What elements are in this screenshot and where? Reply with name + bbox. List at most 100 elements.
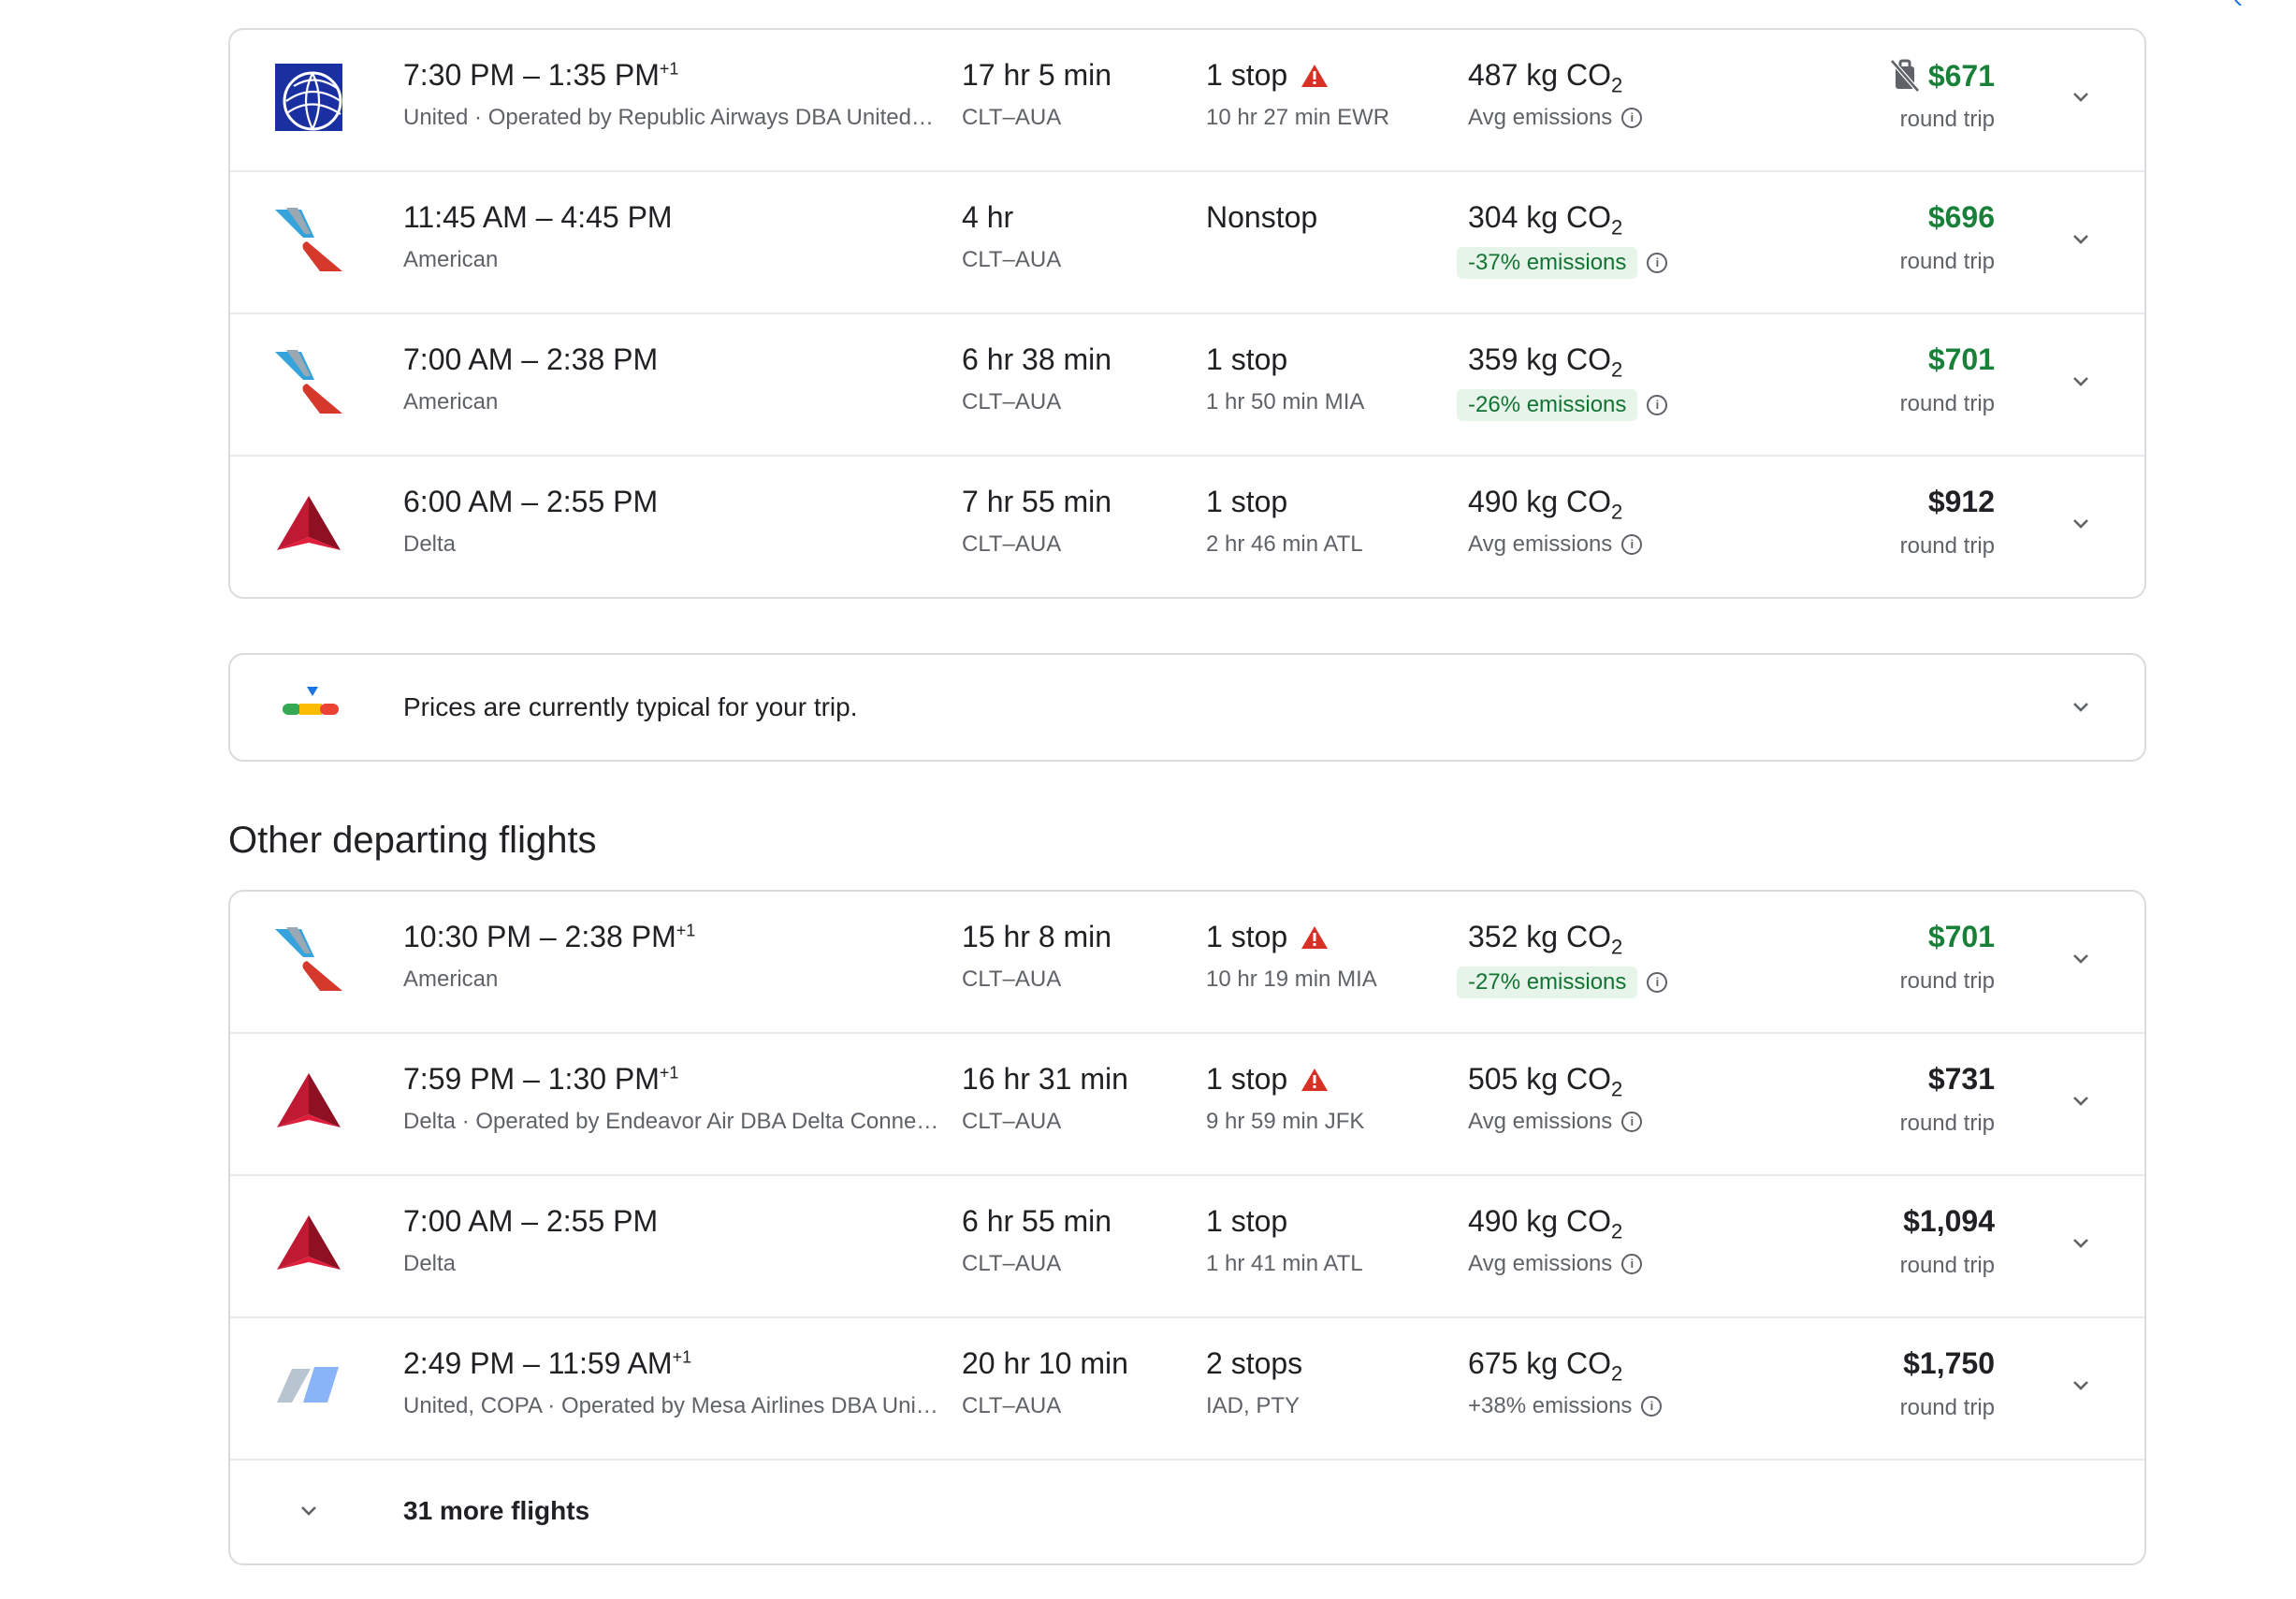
- price: $701: [1928, 342, 1995, 377]
- stops-info: 2 stops: [1206, 1346, 1302, 1381]
- price: $671: [1889, 58, 1995, 94]
- info-icon[interactable]: i: [1647, 253, 1668, 273]
- stops-count: 1 stop: [1206, 342, 1288, 376]
- expand-chevron-icon[interactable]: [2070, 1374, 2092, 1397]
- co2-value: 304 kg CO: [1468, 200, 1611, 234]
- layover-info: 10 hr 19 min MIA: [1206, 967, 1377, 992]
- flight-row[interactable]: 10:30 PM – 2:38 PM+1 American 15 hr 8 min C…: [230, 892, 2144, 1034]
- departure-arrival-times: 10:30 PM – 2:38 PM: [403, 920, 676, 953]
- day-offset: +1: [672, 1347, 692, 1367]
- day-offset: +1: [659, 1063, 679, 1083]
- flight-row[interactable]: 6:00 AM – 2:55 PM Delta 7 hr 55 min CLT–AUA…: [230, 457, 2144, 597]
- co2-value: 487 kg CO: [1468, 58, 1611, 92]
- other-flights-list: 10:30 PM – 2:38 PM+1 American 15 hr 8 min C…: [228, 890, 2146, 1565]
- info-icon[interactable]: i: [1647, 395, 1668, 415]
- price: $731: [1928, 1062, 1995, 1097]
- co2-value: 359 kg CO: [1468, 342, 1611, 376]
- emissions-label: Avg emissions: [1468, 531, 1613, 557]
- price-insight-text: Prices are currently typical for your tr…: [403, 692, 858, 721]
- flight-duration: 7 hr 55 min: [962, 485, 1112, 518]
- emissions-label: Avg emissions: [1468, 1109, 1613, 1134]
- stops-info: 1 stop: [1206, 1062, 1329, 1097]
- united-logo-icon: [275, 64, 342, 131]
- expand-chevron-icon[interactable]: [2070, 86, 2092, 109]
- price-type: round trip: [1899, 249, 1995, 274]
- flight-row[interactable]: 7:59 PM – 1:30 PM+1 Delta · Operated by E…: [230, 1034, 2144, 1176]
- price-insight-card[interactable]: Prices are currently typical for your tr…: [228, 653, 2146, 762]
- emissions-label: -37% emissions: [1457, 247, 1638, 279]
- more-flights-button[interactable]: 31 more flights: [230, 1461, 2144, 1563]
- emissions-label: -27% emissions: [1457, 967, 1638, 998]
- emissions-info: -37% emissions i: [1457, 247, 1668, 279]
- airline-logo: [273, 62, 344, 133]
- co2-amount: 490 kg CO2: [1468, 1204, 1622, 1242]
- info-icon[interactable]: i: [1647, 972, 1668, 993]
- price-type: round trip: [1899, 1253, 1995, 1278]
- multi-carrier-logo-icon: [277, 1367, 339, 1403]
- co2-amount: 675 kg CO2: [1468, 1346, 1622, 1384]
- flight-times: 6:00 AM – 2:55 PM: [403, 485, 658, 519]
- stops-count: 1 stop: [1206, 920, 1288, 953]
- top-flights-list: 7:30 PM – 1:35 PM+1 United · Operated by …: [228, 28, 2146, 599]
- expand-chevron-icon[interactable]: [2070, 1232, 2092, 1255]
- expand-chevron-icon[interactable]: [2070, 948, 2092, 970]
- stops-info: 1 stop: [1206, 920, 1329, 954]
- price-value: $1,094: [1903, 1204, 1995, 1238]
- warning-icon: [1301, 64, 1329, 87]
- emissions-label: Avg emissions: [1468, 1251, 1613, 1276]
- price-type: round trip: [1899, 107, 1995, 132]
- layover-info: 9 hr 59 min JFK: [1206, 1109, 1365, 1134]
- flight-row[interactable]: 2:49 PM – 11:59 AM+1 United, COPA · Opera…: [230, 1318, 2144, 1461]
- flight-row[interactable]: 7:30 PM – 1:35 PM+1 United · Operated by …: [230, 30, 2144, 172]
- info-icon[interactable]: i: [1621, 1254, 1643, 1274]
- expand-chevron-icon[interactable]: [2070, 371, 2092, 393]
- emissions-info: Avg emissions i: [1468, 105, 1643, 131]
- price: $701: [1928, 920, 1995, 954]
- departure-arrival-times: 2:49 PM – 11:59 AM: [403, 1346, 673, 1380]
- emissions-info: Avg emissions i: [1468, 1251, 1643, 1277]
- flight-times: 7:30 PM – 1:35 PM+1: [403, 58, 678, 93]
- delta-logo-icon: [277, 1215, 341, 1270]
- flight-row[interactable]: 7:00 AM – 2:55 PM Delta 6 hr 55 min CLT–AUA…: [230, 1176, 2144, 1318]
- stops-count: 1 stop: [1206, 58, 1288, 92]
- co2-value: 490 kg CO: [1468, 485, 1611, 518]
- co2-amount: 487 kg CO2: [1468, 58, 1622, 95]
- stops-info: 1 stop: [1206, 485, 1287, 519]
- emissions-label: +38% emissions: [1468, 1393, 1633, 1418]
- stops-info: 1 stop: [1206, 1204, 1287, 1239]
- info-icon[interactable]: i: [1621, 534, 1643, 555]
- airline-logo: [273, 488, 344, 560]
- flight-duration: 6 hr 38 min: [962, 342, 1112, 376]
- co2-amount: 359 kg CO2: [1468, 342, 1622, 380]
- price-value: $696: [1927, 200, 1995, 234]
- flight-row[interactable]: 11:45 AM – 4:45 PM American 4 hr CLT–AUA Non…: [230, 172, 2144, 314]
- price-value: $731: [1927, 1062, 1995, 1096]
- airline-logo: [273, 1066, 344, 1137]
- delta-logo-icon: [277, 1073, 341, 1127]
- flight-duration: 4 hr: [962, 200, 1014, 234]
- info-icon[interactable]: i: [1621, 108, 1643, 128]
- co2-subscript: 2: [1610, 935, 1623, 959]
- departure-arrival-times: 7:00 AM – 2:38 PM: [403, 342, 659, 376]
- flight-row[interactable]: 7:00 AM – 2:38 PM American 6 hr 38 min CLT–…: [230, 314, 2144, 457]
- price-type: round trip: [1899, 968, 1995, 994]
- info-icon[interactable]: i: [1621, 1112, 1643, 1132]
- flight-times: 11:45 AM – 4:45 PM: [403, 200, 673, 235]
- price: $912: [1928, 485, 1995, 519]
- expand-chevron-icon[interactable]: [2070, 1090, 2092, 1112]
- airline-name: American: [403, 247, 499, 272]
- more-flights-label: 31 more flights: [403, 1496, 590, 1525]
- co2-value: 490 kg CO: [1468, 1204, 1611, 1238]
- expand-chevron-icon[interactable]: [2070, 228, 2092, 251]
- stops-count: 1 stop: [1206, 1204, 1288, 1238]
- airline-logo: [273, 1350, 344, 1421]
- flight-times: 2:49 PM – 11:59 AM+1: [403, 1346, 691, 1381]
- info-icon[interactable]: i: [1641, 1396, 1663, 1417]
- layover-info: 1 hr 41 min ATL: [1206, 1251, 1363, 1276]
- chevron-down-icon[interactable]: [2070, 696, 2092, 719]
- airline-name: Delta · Operated by Endeavor Air DBA Del…: [403, 1109, 939, 1134]
- expand-chevron-icon[interactable]: [2070, 513, 2092, 535]
- day-offset: +1: [676, 921, 696, 940]
- top-edge-mark: [2234, 0, 2242, 6]
- departure-arrival-times: 7:00 AM – 2:55 PM: [403, 1204, 659, 1238]
